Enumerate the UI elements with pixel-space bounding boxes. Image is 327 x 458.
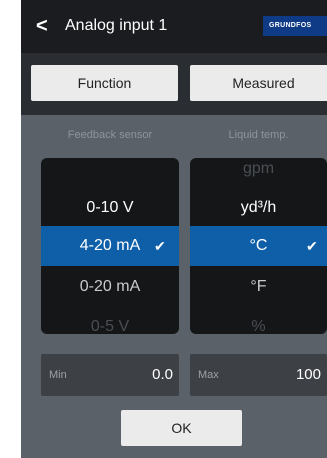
picker-option-fahrenheit[interactable]: °F <box>190 267 327 307</box>
check-icon: ✔ <box>154 238 166 254</box>
feedback-sensor-label: Feedback sensor <box>67 129 153 141</box>
picker-option-celsius-selected[interactable]: °C ✔ <box>190 226 327 266</box>
max-field[interactable]: Max 100 <box>190 354 327 396</box>
liquid-temp-label: Liquid temp. <box>228 129 289 141</box>
picker-option-gpm[interactable]: gpm <box>190 158 327 189</box>
tab-function[interactable]: Function <box>31 65 178 101</box>
picker-option-percent[interactable]: % <box>190 307 327 334</box>
header-bar: < Analog input 1 GRUNDFOS <box>21 0 327 53</box>
picker-option-0-20ma[interactable]: 0-20 mA <box>41 267 179 307</box>
tab-measured[interactable]: Measured <box>190 65 327 101</box>
picker-option-yd3h[interactable]: yd³/h <box>190 188 327 228</box>
max-label: Max <box>198 369 219 381</box>
feedback-sensor-picker[interactable]: 0-10 V 4-20 mA ✔ 0-20 mA 0-5 V <box>41 158 179 334</box>
picker-option-0-10v[interactable]: 0-10 V <box>41 188 179 228</box>
tab-band: Function Measured <box>21 53 327 115</box>
picker-option-4-20ma-selected[interactable]: 4-20 mA ✔ <box>41 226 179 266</box>
app-screen: < Analog input 1 GRUNDFOS Function Measu… <box>21 0 327 458</box>
check-icon: ✔ <box>306 238 318 254</box>
picker-option-label: 4-20 mA <box>79 237 141 254</box>
min-label: Min <box>49 369 67 381</box>
picker-option-0-5v[interactable]: 0-5 V <box>41 307 179 334</box>
chevron-left-icon[interactable]: < <box>36 13 48 39</box>
max-value: 100 <box>295 366 321 383</box>
page-title: Analog input 1 <box>65 17 168 34</box>
liquid-temp-picker[interactable]: gpm yd³/h °C ✔ °F % <box>190 158 327 334</box>
min-field[interactable]: Min 0.0 <box>41 354 179 396</box>
ok-button[interactable]: OK <box>121 410 242 446</box>
min-value: 0.0 <box>152 366 173 383</box>
grundfos-logo: GRUNDFOS <box>263 16 327 36</box>
picker-option-label: °C <box>249 237 268 254</box>
